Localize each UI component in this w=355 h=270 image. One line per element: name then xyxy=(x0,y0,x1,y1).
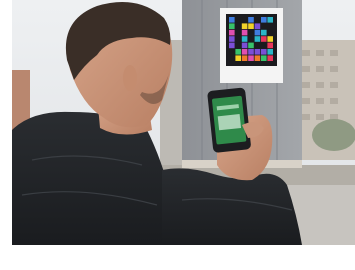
code-cell xyxy=(267,55,273,61)
code-cell xyxy=(248,23,254,29)
code-cell xyxy=(267,17,273,23)
code-cell xyxy=(248,55,254,61)
code-cell xyxy=(254,29,261,36)
photo-frame xyxy=(12,0,355,245)
code-cell xyxy=(267,49,273,55)
code-cell xyxy=(235,49,241,55)
code-cell xyxy=(229,42,235,49)
ear xyxy=(123,65,137,91)
scene xyxy=(12,0,355,245)
jacket-arm xyxy=(162,168,302,245)
code-cell xyxy=(229,36,235,42)
tree xyxy=(312,119,355,151)
code-cell xyxy=(235,55,241,61)
code-cell xyxy=(261,29,267,36)
code-cell xyxy=(254,23,261,29)
code-cell xyxy=(261,17,267,23)
code-cell xyxy=(241,55,248,61)
code-cell xyxy=(229,17,235,23)
code-cell xyxy=(261,49,267,55)
code-cell xyxy=(254,36,261,42)
code-cell xyxy=(248,49,254,55)
smartphone xyxy=(207,87,251,153)
code-cell xyxy=(267,42,273,49)
code-cell xyxy=(241,29,248,36)
code-cell xyxy=(241,23,248,29)
code-cell xyxy=(254,49,261,55)
code-cell xyxy=(229,23,235,29)
code-cell xyxy=(229,29,235,36)
code-cell xyxy=(241,36,248,42)
code-cell xyxy=(261,36,267,42)
code-cell xyxy=(241,42,248,49)
code-cell xyxy=(241,49,248,55)
code-cell xyxy=(254,55,261,61)
code-cell xyxy=(267,36,273,42)
code-cell xyxy=(248,42,254,49)
code-cell xyxy=(261,55,267,61)
code-cell xyxy=(248,17,254,23)
